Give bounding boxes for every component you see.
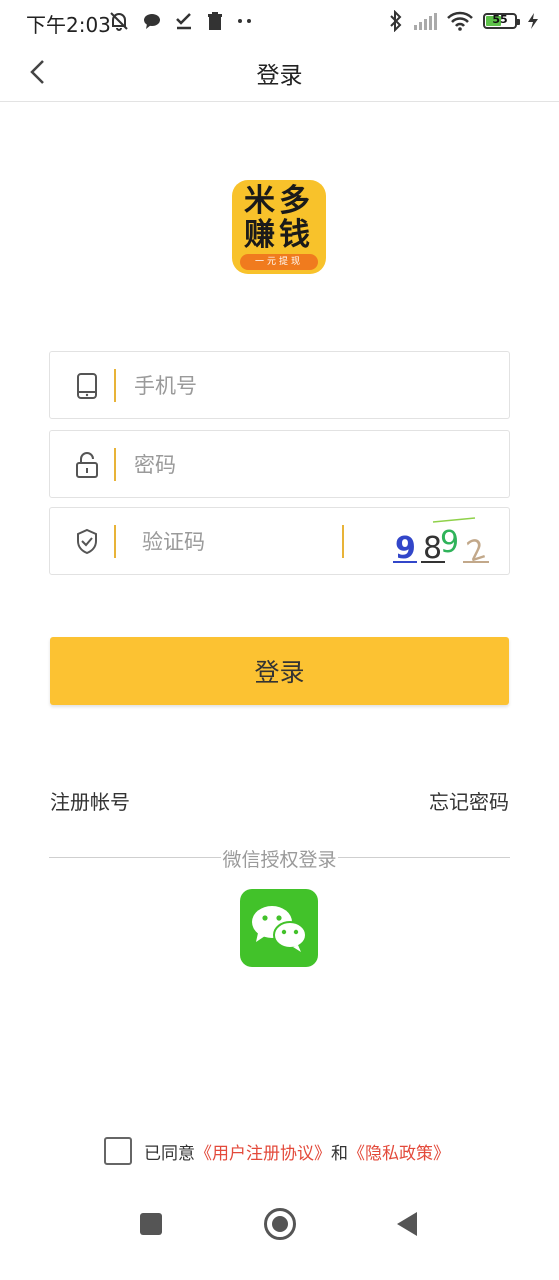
phone-field [49, 351, 510, 419]
header: 登录 [0, 42, 559, 102]
login-button[interactable]: 登录 [50, 637, 509, 705]
notification-icons [108, 8, 254, 34]
battery-level: 55 [492, 13, 508, 26]
battery-indicator: 55 [483, 13, 520, 29]
recent-apps-button[interactable] [140, 1213, 162, 1235]
chat-bubble-icon [144, 14, 160, 29]
password-field [49, 430, 510, 498]
field-divider [114, 369, 116, 402]
logo-tagline: 一元提现 [240, 254, 318, 270]
agreement-row: 已同意 《用户注册协议》 和 《隐私政策》 [104, 1136, 450, 1166]
wifi-icon [447, 11, 473, 31]
agreement-checkbox[interactable] [104, 1137, 132, 1165]
captcha-char-3: 9 [440, 525, 459, 560]
system-nav-bar [0, 1200, 559, 1280]
wechat-login-button[interactable] [240, 889, 318, 967]
app-logo: 米多 赚钱 一元提现 [232, 180, 326, 274]
status-bar: 下午2:03 55 [0, 0, 559, 42]
agreement-prefix: 已同意 [144, 1143, 195, 1164]
field-divider [114, 525, 116, 558]
captcha-field: 9 8 9 2 [49, 507, 510, 575]
captcha-char-1: 9 [395, 531, 416, 566]
lock-icon [74, 451, 100, 479]
logo-line-1: 米多 [244, 183, 314, 219]
bluetooth-icon [390, 10, 402, 32]
register-link[interactable]: 注册帐号 [50, 786, 130, 815]
privacy-policy-link[interactable]: 《隐私政策》 [348, 1139, 450, 1164]
page-title: 登录 [256, 63, 303, 89]
bell-muted-icon [110, 12, 128, 31]
captcha-input[interactable] [142, 526, 332, 558]
captcha-image[interactable]: 9 8 9 2 [385, 516, 503, 568]
logo-line-2: 赚钱 [244, 217, 314, 253]
wechat-icon [252, 906, 307, 952]
system-status-icons: 55 [389, 8, 539, 34]
captcha-divider [342, 525, 344, 558]
charging-icon [528, 13, 538, 29]
password-input[interactable] [134, 449, 384, 481]
wechat-login-label: 微信授权登录 [0, 845, 559, 872]
trash-icon [208, 12, 222, 30]
checklist-icon [176, 13, 191, 30]
more-dots-icon [238, 19, 251, 23]
agreement-conjunction: 和 [331, 1143, 348, 1164]
field-divider [114, 448, 116, 481]
wechat-login-label-text: 微信授权登录 [221, 849, 338, 871]
shield-check-icon [74, 528, 100, 556]
phone-icon [74, 372, 100, 400]
home-button[interactable] [264, 1208, 296, 1240]
user-agreement-link[interactable]: 《用户注册协议》 [195, 1139, 331, 1164]
forgot-password-link[interactable]: 忘记密码 [429, 786, 509, 815]
phone-input[interactable] [134, 370, 384, 402]
status-time: 下午2:03 [26, 13, 111, 37]
nav-back-button[interactable] [395, 1210, 419, 1238]
signal-icon [414, 13, 437, 30]
